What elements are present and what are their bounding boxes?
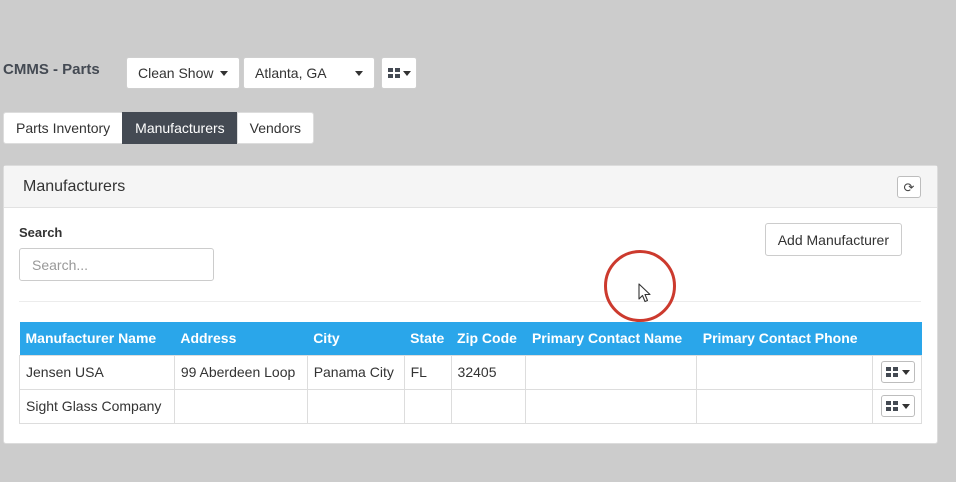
- view-menu-button[interactable]: [381, 57, 417, 89]
- cell-zip-code: 32405: [450, 354, 527, 390]
- cell-actions: [872, 388, 922, 424]
- caret-down-icon: [403, 70, 411, 76]
- column-header-address[interactable]: Address: [174, 322, 307, 355]
- tab-parts-inventory[interactable]: Parts Inventory: [3, 112, 124, 144]
- column-header-manufacturer-name[interactable]: Manufacturer Name: [20, 322, 175, 355]
- cell-actions: [872, 354, 922, 390]
- app-title: CMMS - Parts: [3, 61, 100, 78]
- column-header-actions: [873, 322, 922, 355]
- cell-address: [173, 388, 308, 424]
- search-label: Search: [19, 225, 63, 240]
- caret-down-icon: [219, 70, 228, 76]
- cell-primary-contact-name: [525, 354, 698, 390]
- caret-down-icon: [902, 403, 910, 409]
- row-actions-button[interactable]: [881, 395, 915, 417]
- grid-icon: [886, 401, 898, 411]
- panel-header: Manufacturers ⟳: [4, 166, 937, 208]
- location-label: Atlanta, GA: [255, 65, 327, 81]
- cell-primary-contact-name: [525, 388, 698, 424]
- section-tabs: Parts Inventory Manufacturers Vendors: [3, 112, 315, 144]
- show-filter-label: Clean Show: [138, 65, 214, 81]
- caret-down-icon: [355, 70, 363, 76]
- caret-down-icon: [902, 369, 910, 375]
- tab-vendors[interactable]: Vendors: [236, 112, 315, 144]
- cell-primary-contact-phone: [696, 354, 873, 390]
- grid-icon: [388, 68, 400, 78]
- column-header-city[interactable]: City: [307, 322, 404, 355]
- row-actions-button[interactable]: [881, 361, 915, 383]
- table-header-row: Manufacturer Name Address City State Zip…: [19, 322, 922, 355]
- cell-primary-contact-phone: [696, 388, 873, 424]
- manufacturers-table: Manufacturer Name Address City State Zip…: [19, 322, 922, 424]
- column-header-zip-code[interactable]: Zip Code: [451, 322, 526, 355]
- column-header-primary-contact-name[interactable]: Primary Contact Name: [526, 322, 697, 355]
- cell-city: Panama City: [306, 354, 405, 390]
- cell-manufacturer-name: Sight Glass Company: [19, 388, 175, 424]
- cell-manufacturer-name: Jensen USA: [19, 354, 175, 390]
- search-input[interactable]: [19, 248, 214, 281]
- location-select[interactable]: Atlanta, GA: [243, 57, 375, 89]
- refresh-icon: ⟳: [903, 179, 915, 195]
- cell-state: FL: [403, 354, 452, 390]
- divider: [19, 301, 921, 302]
- manufacturers-panel: Manufacturers ⟳ Search Add Manufacturer …: [3, 165, 938, 444]
- show-filter-dropdown[interactable]: Clean Show: [126, 57, 240, 89]
- cell-state: [403, 388, 452, 424]
- table-row: Jensen USA 99 Aberdeen Loop Panama City …: [19, 354, 922, 390]
- grid-icon: [886, 367, 898, 377]
- refresh-button[interactable]: ⟳: [897, 176, 921, 198]
- add-manufacturer-button[interactable]: Add Manufacturer: [764, 223, 902, 256]
- cell-city: [306, 388, 405, 424]
- cell-address: 99 Aberdeen Loop: [173, 354, 308, 390]
- tab-manufacturers[interactable]: Manufacturers: [122, 112, 238, 144]
- panel-title: Manufacturers: [23, 177, 126, 195]
- cell-zip-code: [450, 388, 527, 424]
- column-header-state[interactable]: State: [404, 322, 451, 355]
- column-header-primary-contact-phone[interactable]: Primary Contact Phone: [697, 322, 873, 355]
- table-row: Sight Glass Company: [19, 388, 922, 424]
